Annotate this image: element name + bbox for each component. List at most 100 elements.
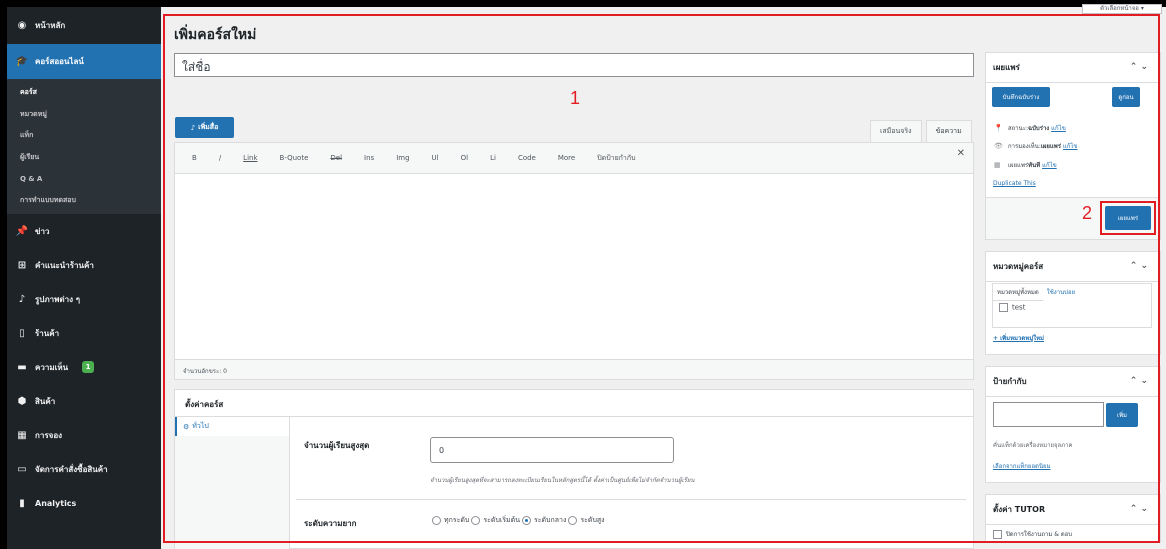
sidebar-item-label: จัดการคำสั่งซื้อสินค้า (35, 464, 108, 474)
disable-qa-option[interactable]: ปิดการใช้งานถาม & ตอบ (986, 525, 1160, 543)
quicktag-more[interactable]: More (547, 148, 586, 168)
publish-box-title: เผยแพร่ (993, 63, 1020, 72)
sidebar-item-label: รูปภาพต่าง ๆ (35, 294, 81, 304)
sidebar-item-media[interactable]: ♪ รูปภาพต่าง ๆ (7, 282, 161, 316)
pin-icon: 📌 (15, 225, 29, 237)
add-tag-button[interactable]: เพิ่ม (1106, 403, 1138, 427)
tutor-box-header[interactable]: ตั้งค่า TUTOR ⌃ ⌄ (986, 495, 1160, 525)
max-students-input[interactable]: 0 (430, 437, 674, 463)
choose-popular-tags-link[interactable]: เลือกจากแท็กยอดนิยม (993, 461, 1051, 471)
tags-box-header[interactable]: ป้ายกำกับ ⌃ ⌄ (986, 367, 1160, 397)
sidebar-item-dashboard[interactable]: ◉ หน้าหลัก (7, 7, 161, 44)
quicktag-close-tags[interactable]: ปิดป้ายกำกับ (586, 148, 646, 168)
quicktag-link[interactable]: Link (232, 148, 268, 168)
difficulty-radio-all[interactable] (432, 516, 441, 525)
category-checkbox[interactable] (999, 303, 1008, 312)
quicktag-li[interactable]: Li (479, 148, 507, 168)
duplicate-link[interactable]: Duplicate This (993, 180, 1036, 187)
comment-icon: ▬ (17, 361, 27, 373)
tutor-box-title: ตั้งค่า TUTOR (993, 505, 1046, 514)
course-title-input[interactable]: ใส่ชื่อ (174, 53, 974, 77)
difficulty-option-label: ระดับสูง (580, 516, 605, 524)
disable-qa-label: ปิดการใช้งานถาม & ตอบ (1006, 531, 1073, 538)
quicktag-ins[interactable]: Ins (353, 148, 385, 168)
calendar-icon: ▦ (994, 161, 1001, 169)
status-value: ฉบับร่าง (1028, 125, 1050, 132)
difficulty-option-label: ทุกระดับ (444, 516, 470, 524)
sidebar-item-label: Analytics (35, 498, 77, 508)
screen-options-button[interactable]: ตัวเลือกหน้าจอ ▾ (1082, 4, 1162, 14)
status-row: 📍 สถานะ: ฉบับร่าง แก้ไข (994, 123, 1066, 133)
category-item[interactable]: test (993, 301, 1151, 314)
submenu-item-qa[interactable]: Q & A (7, 168, 161, 190)
toggle-arrows-icon[interactable]: ⌃ ⌄ (1130, 62, 1148, 72)
save-draft-button[interactable]: บันทึกฉบับร่าง (992, 87, 1050, 107)
divider (296, 499, 966, 500)
add-category-link[interactable]: + เพิ่มหมวดหมู่ใหม่ (993, 333, 1044, 343)
sidebar-item-label: ความเห็น (35, 362, 69, 372)
quicktag-italic[interactable]: / (208, 148, 232, 168)
fullscreen-icon[interactable]: ✕ (957, 148, 965, 159)
visibility-label: การมองเห็น: (1008, 143, 1041, 150)
difficulty-option-label: ระดับกลาง (533, 516, 567, 524)
publish-box-header[interactable]: เผยแพร่ ⌃ ⌄ (986, 53, 1160, 83)
tab-general[interactable]: ⚙ ทั่วไป (175, 417, 289, 436)
sidebar-item-label: สินค้า (35, 396, 56, 406)
disable-qa-checkbox[interactable] (993, 530, 1002, 539)
status-label: สถานะ: (1008, 125, 1029, 132)
tags-hint: คั่นแท็กด้วยเครื่องหมายจุลภาค (993, 442, 1073, 449)
media-icon: ♪ (18, 293, 26, 305)
edit-status-link[interactable]: แก้ไข (1051, 123, 1066, 133)
sidebar-item-products[interactable]: ⬢ สินค้า (7, 384, 161, 418)
sidebar-item-label: ร้านค้า (35, 328, 60, 338)
category-tabs: หมวดหมู่ทั้งหมด ใช้งานบ่อย (993, 284, 1151, 301)
category-tabs-panel: หมวดหมู่ทั้งหมด ใช้งานบ่อย test (992, 283, 1152, 328)
submenu-item-students[interactable]: ผู้เรียน (7, 147, 161, 169)
sidebar-item-orders[interactable]: ▭ จัดการคำสั่งซื้อสินค้า (7, 452, 161, 486)
quicktag-bold[interactable]: B (181, 148, 208, 168)
tab-visual[interactable]: เสมือนจริง (870, 120, 922, 142)
tutor-settings-box: ตั้งค่า TUTOR ⌃ ⌄ ปิดการใช้งานถาม & ตอบ (985, 494, 1161, 543)
schedule-label: เผยแพร่ (1008, 162, 1029, 169)
submenu-item-tags[interactable]: แท็ก (7, 125, 161, 147)
toggle-arrows-icon[interactable]: ⌃ ⌄ (1130, 261, 1148, 271)
quicktag-del[interactable]: Del (319, 148, 353, 168)
submenu-item-categories[interactable]: หมวดหมู่ (7, 104, 161, 126)
sidebar-item-analytics[interactable]: ▮ Analytics (7, 486, 161, 520)
sidebar-item-store-intro[interactable]: ⊞ คำแนะนำร้านค้า (7, 248, 161, 282)
edit-visibility-link[interactable]: แก้ไข (1063, 141, 1078, 151)
submenu-item-courses[interactable]: คอร์ส (7, 82, 161, 104)
tab-text[interactable]: ข้อความ (925, 120, 972, 142)
toggle-arrows-icon[interactable]: ⌃ ⌄ (1130, 504, 1148, 514)
course-settings-tabs: ⚙ ทั่วไป (175, 417, 290, 549)
quicktag-code[interactable]: Code (507, 148, 547, 168)
tag-input[interactable] (993, 402, 1104, 427)
quicktag-ul[interactable]: Ul (421, 148, 450, 168)
quicktag-img[interactable]: Img (385, 148, 420, 168)
tab-all-categories[interactable]: หมวดหมู่ทั้งหมด (993, 284, 1043, 301)
sidebar-item-comments[interactable]: ▬ ความเห็น 1 (7, 350, 161, 384)
toggle-arrows-icon[interactable]: ⌃ ⌄ (1130, 376, 1148, 386)
sidebar-item-posts[interactable]: 📌 ข่าว (7, 214, 161, 248)
grid-icon: ⊞ (17, 259, 27, 271)
preview-button[interactable]: ดูก่อน (1112, 87, 1140, 107)
sidebar-item-courses[interactable]: 🎓 คอร์สออนไลน์ (7, 44, 161, 79)
sidebar-item-bookings[interactable]: ▦ การจอง (7, 418, 161, 452)
submenu-item-quiz-attempts[interactable]: การทำแบบทดสอบ (7, 190, 161, 212)
courses-submenu: คอร์ส หมวดหมู่ แท็ก ผู้เรียน Q & A การทำ… (7, 79, 161, 214)
difficulty-radio-expert[interactable] (568, 516, 578, 525)
gear-icon: ⚙ (183, 422, 190, 431)
quicktag-blockquote[interactable]: B-Quote (269, 148, 320, 168)
sidebar-item-label: คำแนะนำร้านค้า (35, 260, 94, 270)
add-media-button[interactable]: ♪ เพิ่มสื่อ (175, 117, 234, 138)
difficulty-radio-beginner[interactable] (471, 516, 481, 525)
edit-schedule-link[interactable]: แก้ไข (1042, 160, 1057, 170)
category-box-header[interactable]: หมวดหมู่คอร์ส ⌃ ⌄ (986, 252, 1160, 282)
content-editor: B / Link B-Quote Del Ins Img Ul Ol Li Co… (174, 142, 974, 380)
annotation-number-2: 2 (1082, 203, 1093, 223)
difficulty-radio-intermediate[interactable] (521, 516, 531, 525)
tab-popular-categories[interactable]: ใช้งานบ่อย (1043, 284, 1079, 301)
quicktag-ol[interactable]: Ol (450, 148, 479, 168)
sidebar-item-pages[interactable]: ▯ ร้านค้า (7, 316, 161, 350)
tab-general-label: ทั่วไป (192, 422, 209, 430)
